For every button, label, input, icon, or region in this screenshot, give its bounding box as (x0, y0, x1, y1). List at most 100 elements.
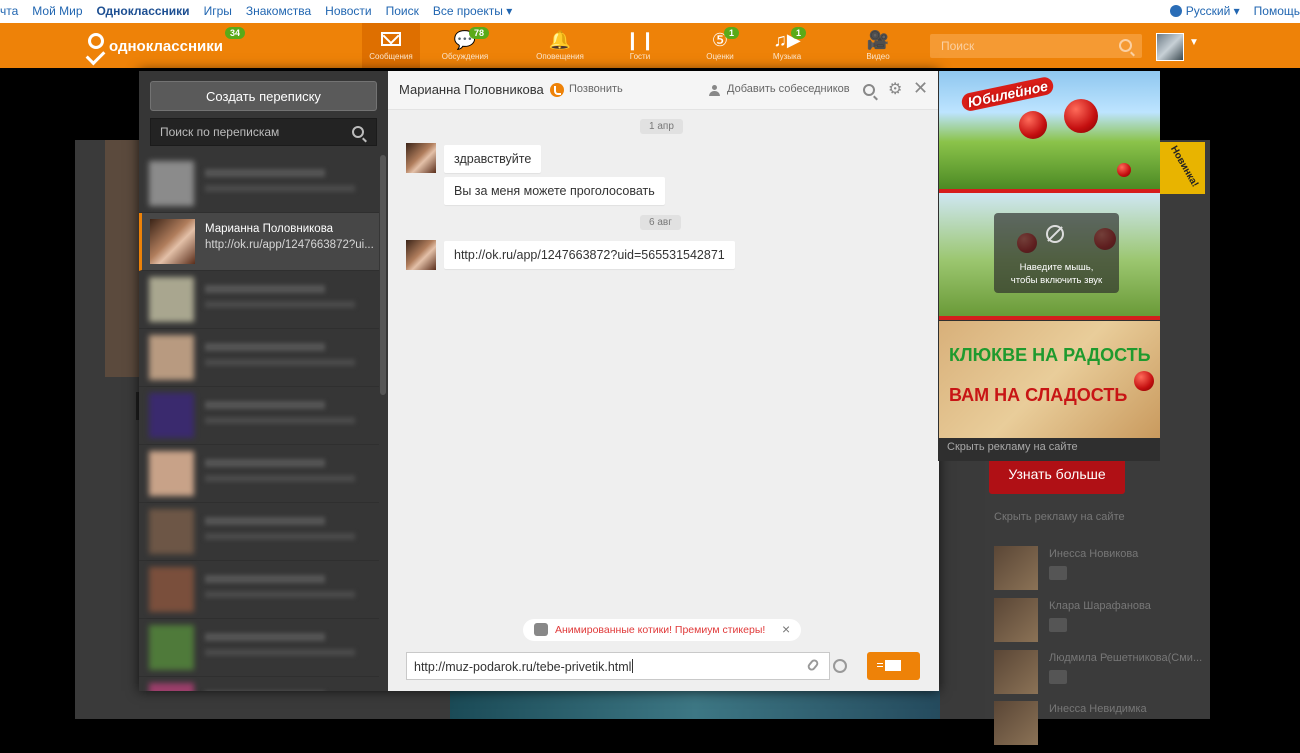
conversation-item-active[interactable]: Марианна Половникова http://ok.ru/app/12… (139, 213, 379, 271)
smiley-icon[interactable] (833, 659, 847, 673)
link-dating[interactable]: Знакомства (246, 4, 311, 18)
friend-item: Людмила Решетникова(Сми... (994, 650, 1204, 702)
message-input[interactable]: http://muz-podarok.ru/tebe-privetik.html (406, 652, 847, 680)
conversation-avatar (149, 277, 194, 322)
friend-avatar (994, 546, 1038, 590)
nav-messages-label: Сообщения (369, 52, 413, 61)
close-icon[interactable]: ✕ (913, 79, 928, 97)
chat-title[interactable]: Марианна Половникова (399, 82, 544, 97)
friend-item: Инесса Невидимка (994, 701, 1204, 753)
call-button[interactable]: Позвонить (569, 83, 623, 95)
conversation-name (205, 343, 325, 351)
chevron-down-icon[interactable]: ▼ (1189, 37, 1199, 48)
conversation-name (205, 517, 325, 525)
bell-icon: 🔔 (548, 30, 572, 50)
ad-banner-2[interactable]: Наведите мышь, чтобы включить звук (939, 193, 1160, 316)
mute-hint-line1: Наведите мышь, (1019, 262, 1094, 273)
paperclip-icon[interactable] (806, 657, 820, 673)
nav-video[interactable]: 🎥 Видео (849, 23, 907, 68)
conversation-item[interactable] (139, 561, 379, 619)
nav-ratings-label: Оценки (706, 52, 734, 61)
conversation-item[interactable] (139, 271, 379, 329)
conversation-preview (205, 475, 355, 482)
conversation-item[interactable] (139, 155, 379, 213)
link-news[interactable]: Новости (325, 4, 371, 18)
conversation-preview: http://ok.ru/app/1247663872?ui... (205, 239, 374, 251)
conversation-item[interactable] (139, 445, 379, 503)
hide-ads-link[interactable]: Скрыть рекламу на сайте (947, 441, 1078, 453)
friend-name: Инесса Невидимка (1049, 703, 1147, 715)
message-link[interactable]: http://ok.ru/app/1247663872?uid=56553154… (444, 241, 735, 269)
text-cursor (632, 659, 634, 673)
nav-guests[interactable]: ❙❙ Гости (611, 23, 669, 68)
add-participants-button[interactable]: Добавить собеседников (727, 83, 850, 95)
nav-music-label: Музыка (772, 52, 802, 61)
conversation-name (205, 285, 325, 293)
mute-overlay[interactable]: Наведите мышь, чтобы включить звук (994, 213, 1119, 293)
search-icon[interactable] (863, 84, 875, 96)
user-avatar[interactable] (1156, 33, 1184, 61)
conversation-name (205, 575, 325, 583)
sender-avatar[interactable] (406, 143, 436, 173)
conversation-avatar (149, 161, 194, 206)
link-my-world[interactable]: Мой Мир (32, 4, 82, 18)
new-badge-text: Новинка! (1167, 144, 1201, 190)
link-odnoklassniki[interactable]: Одноклассники (97, 4, 190, 18)
help-link[interactable]: Помощь (1254, 4, 1300, 18)
search-icon[interactable] (352, 126, 364, 138)
link-games[interactable]: Игры (204, 4, 232, 18)
friend-item: Клара Шарафанова (994, 598, 1204, 650)
nav-music[interactable]: ♫▶ Музыка 1 (758, 23, 816, 68)
conversation-name (205, 459, 325, 467)
nav-messages[interactable]: Сообщения (362, 23, 420, 68)
message-icon (1049, 566, 1067, 580)
link-mail[interactable]: чта (0, 4, 18, 18)
conversation-search-input[interactable]: Поиск по перепискам (150, 118, 377, 146)
conversation-item[interactable] (139, 329, 379, 387)
conversation-preview (205, 301, 355, 308)
date-separator: 1 апр (640, 119, 683, 134)
link-search[interactable]: Поиск (386, 4, 419, 18)
language-selector[interactable]: Русский ▾ (1169, 4, 1240, 18)
nav-discussions[interactable]: 💬 Обсуждения 78 (436, 23, 494, 68)
conversation-name: Марианна Половникова (205, 223, 334, 235)
envelope-icon (885, 660, 901, 671)
background-feed-photo (105, 140, 140, 377)
background-hide-ad-label: Скрыть рекламу на сайте (994, 511, 1125, 523)
conversation-avatar (149, 567, 194, 612)
ad-banner-3[interactable]: КЛЮКВЕ НА РАДОСТЬ ВАМ НА СЛАДОСТЬ (939, 321, 1160, 438)
ok-logo[interactable]: одноклассники (85, 33, 223, 66)
search-icon[interactable] (1119, 39, 1132, 52)
add-person-icon[interactable] (709, 85, 721, 96)
cranberry-character (1134, 371, 1154, 391)
nav-ratings[interactable]: ⑤ Оценки 1 (691, 23, 749, 68)
conversation-item[interactable] (139, 503, 379, 561)
sticker-promo-banner[interactable]: Анимированные котики! Премиум стикеры! × (523, 619, 801, 641)
ad-column: Юбилейное Наведите мышь, чтобы включить … (938, 71, 1160, 461)
logo-text: одноклассники (109, 37, 223, 55)
header-search-input[interactable]: Поиск (930, 34, 1142, 58)
nav-guests-label: Гости (629, 52, 651, 61)
sticker-promo-text[interactable]: Анимированные котики! Премиум стикеры! (555, 624, 765, 636)
ad-banner-1[interactable]: Юбилейное (939, 71, 1160, 189)
ad-divider (939, 316, 1160, 320)
sender-avatar[interactable] (406, 240, 436, 270)
link-all-projects[interactable]: Все проекты ▾ (433, 4, 512, 18)
close-icon[interactable]: × (782, 621, 790, 637)
cranberry-character (1019, 111, 1047, 139)
music-note-icon: ♫▶ (773, 30, 801, 50)
nav-notifications[interactable]: 🔔 Оповещения (531, 23, 589, 68)
gear-icon[interactable]: ⚙ (888, 82, 902, 98)
conversation-item[interactable] (139, 619, 379, 677)
conversation-avatar (149, 625, 194, 670)
conversation-list-scrollbar[interactable] (380, 155, 386, 395)
conversation-search-placeholder: Поиск по перепискам (160, 125, 280, 139)
conversation-preview (205, 649, 355, 656)
conversation-name (205, 401, 325, 409)
send-button[interactable] (867, 652, 920, 680)
conversation-item[interactable] (139, 677, 379, 691)
conversation-item[interactable] (139, 387, 379, 445)
friend-name: Инесса Новикова (1049, 548, 1139, 560)
create-conversation-button[interactable]: Создать переписку (150, 81, 377, 111)
phone-icon[interactable] (550, 83, 564, 97)
